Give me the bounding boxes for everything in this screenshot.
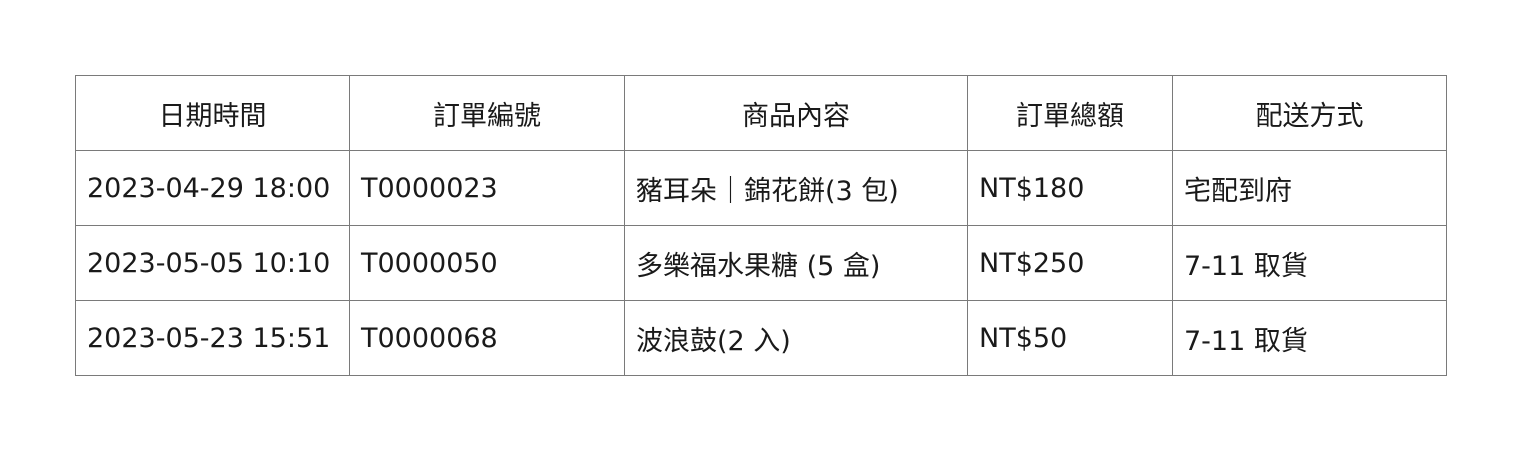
cell-datetime: 2023-05-23 15:51 — [75, 300, 350, 376]
orders-table: 日期時間 訂單編號 商品內容 訂單總額 配送方式 2023-04-29 18:0… — [75, 75, 1447, 376]
table-header: 日期時間 訂單編號 商品內容 訂單總額 配送方式 — [75, 75, 1447, 151]
header-delivery-method: 配送方式 — [1172, 75, 1447, 151]
cell-order-number: T0000023 — [349, 150, 625, 226]
cell-order-total: NT$50 — [967, 300, 1173, 376]
header-datetime: 日期時間 — [75, 75, 350, 151]
cell-order-number: T0000068 — [349, 300, 625, 376]
cell-order-number: T0000050 — [349, 225, 625, 301]
header-order-number: 訂單編號 — [349, 75, 625, 151]
header-product-content: 商品內容 — [624, 75, 968, 151]
table-row: 2023-05-05 10:10 T0000050 多樂福水果糖 (5 盒) N… — [75, 225, 1447, 301]
cell-delivery-method: 宅配到府 — [1172, 150, 1447, 226]
table-row: 2023-04-29 18:00 T0000023 豬耳朵｜錦花餅(3 包) N… — [75, 150, 1447, 226]
cell-product-content: 多樂福水果糖 (5 盒) — [624, 225, 968, 301]
cell-product-content: 豬耳朵｜錦花餅(3 包) — [624, 150, 968, 226]
cell-datetime: 2023-04-29 18:00 — [75, 150, 350, 226]
cell-order-total: NT$250 — [967, 225, 1173, 301]
header-order-total: 訂單總額 — [967, 75, 1173, 151]
header-row: 日期時間 訂單編號 商品內容 訂單總額 配送方式 — [75, 75, 1447, 151]
cell-delivery-method: 7-11 取貨 — [1172, 300, 1447, 376]
cell-datetime: 2023-05-05 10:10 — [75, 225, 350, 301]
table-row: 2023-05-23 15:51 T0000068 波浪鼓(2 入) NT$50… — [75, 300, 1447, 376]
cell-delivery-method: 7-11 取貨 — [1172, 225, 1447, 301]
table-body: 2023-04-29 18:00 T0000023 豬耳朵｜錦花餅(3 包) N… — [75, 150, 1447, 376]
cell-product-content: 波浪鼓(2 入) — [624, 300, 968, 376]
cell-order-total: NT$180 — [967, 150, 1173, 226]
